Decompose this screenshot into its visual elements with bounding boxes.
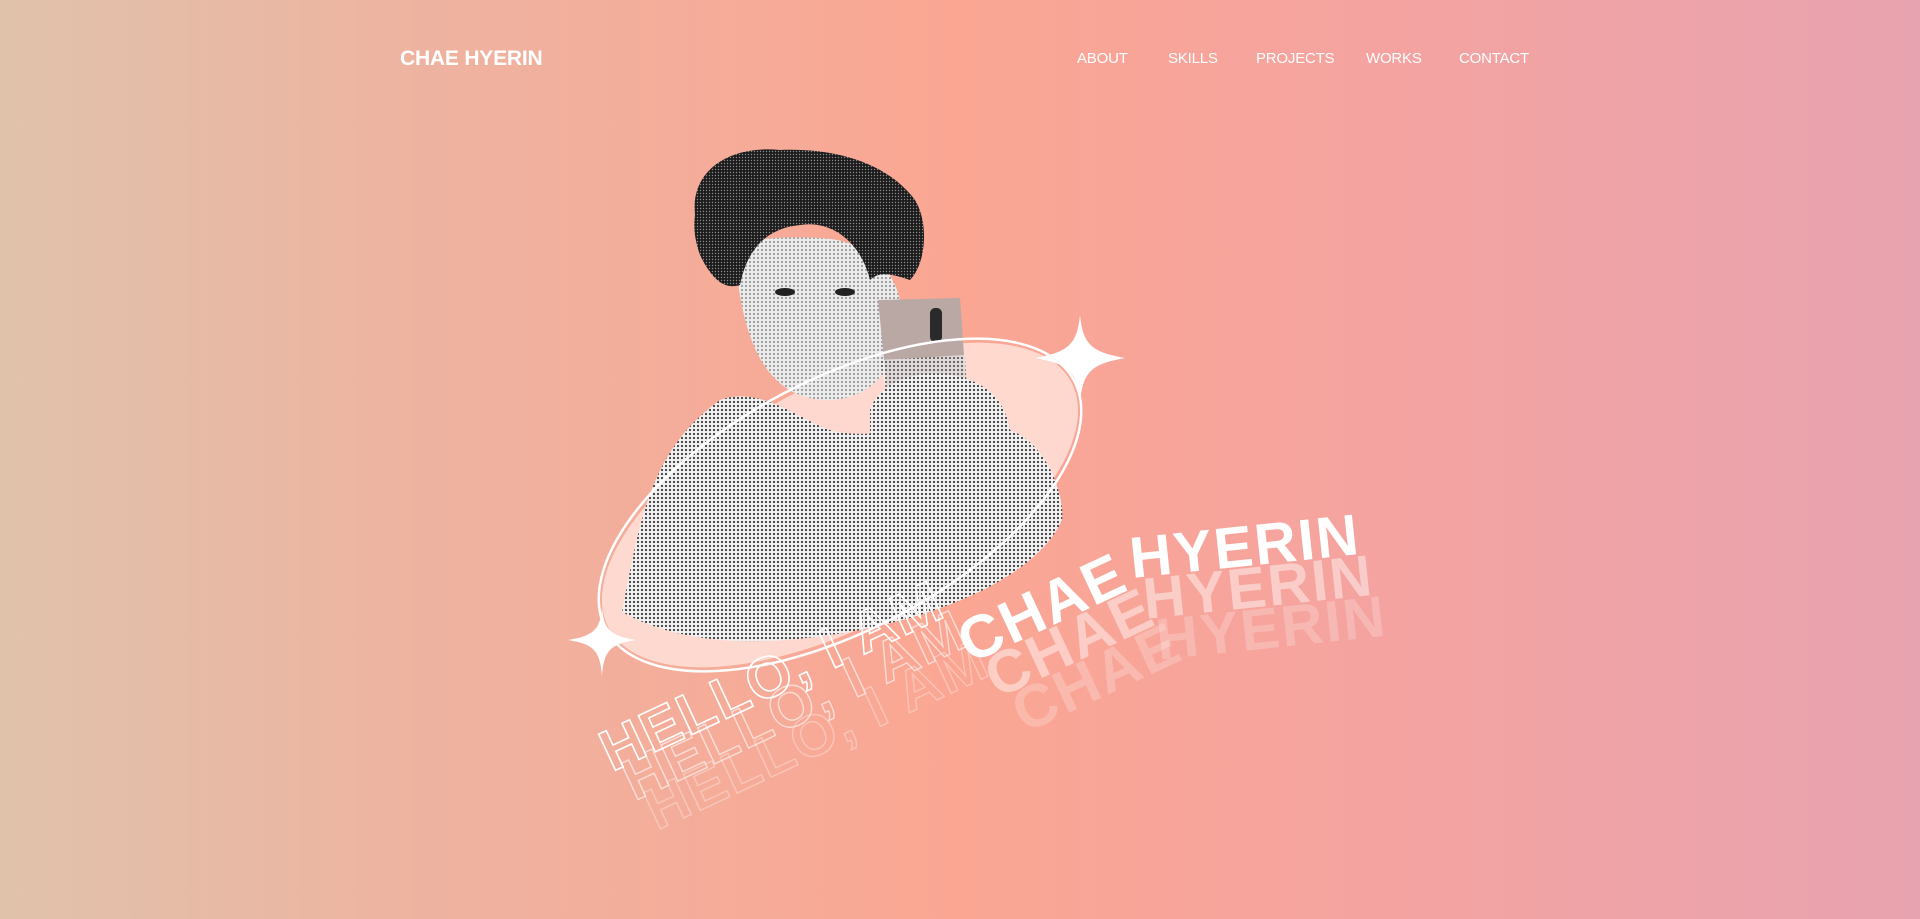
hero-section: HELLO, I AM HELLO, I AM HELLO, I AM CHAE… (0, 0, 1920, 919)
hero-artwork: HELLO, I AM HELLO, I AM HELLO, I AM CHAE… (568, 149, 1390, 843)
